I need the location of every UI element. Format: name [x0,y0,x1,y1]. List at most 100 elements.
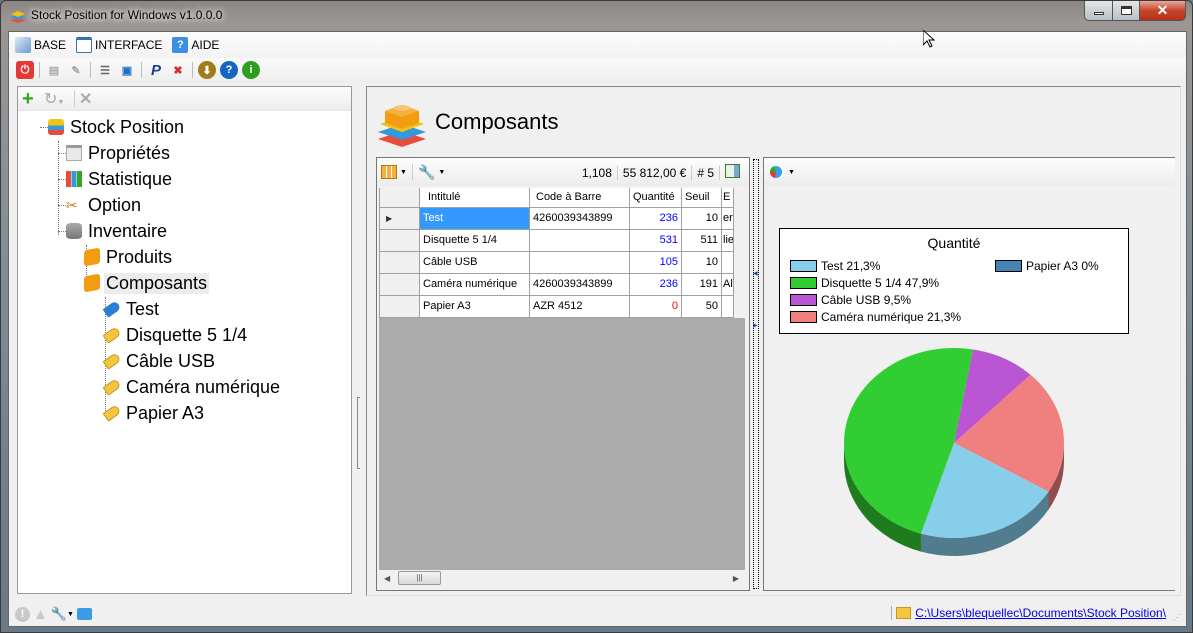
tree-node-statistique[interactable]: Statistique [66,167,174,191]
edit-db-button[interactable]: ✎ [67,61,85,79]
total-value: 55 812,00 € [618,165,693,180]
paypal-button[interactable]: P [147,61,165,79]
tree-node-label: Statistique [88,168,173,189]
cell-name[interactable]: Papier A3 [419,294,530,318]
total-quantity: 1,108 [577,165,618,180]
path-link[interactable]: C:\Users\blequellec\Documents\Stock Posi… [915,606,1166,620]
cell-name[interactable]: Test [419,206,530,230]
download-icon: ⬇ [202,64,212,77]
paypal-icon: P [150,61,161,79]
tree-node-disquette-5-1-4[interactable]: Disquette 5 1/4 [102,323,249,347]
scroll-left-icon[interactable]: ◀ [384,574,390,583]
delete-node-button[interactable]: ✕ [79,89,92,109]
table-row[interactable]: Câble USB 105 10 [379,250,734,274]
cell-threshold[interactable]: 50 [681,294,722,318]
save-button[interactable]: ▣ [118,61,136,79]
cell-threshold[interactable]: 10 [681,250,722,274]
column-header-name[interactable]: Intitulé [419,188,530,208]
column-header-quantity[interactable]: Quantité [629,188,682,208]
table-row[interactable]: Disquette 5 1/4 531 511 lie [379,228,734,252]
menu-base[interactable]: BASE [15,37,66,53]
add-db-button[interactable]: ▤ [45,61,63,79]
table-row[interactable]: Papier A3 AZR 4512 0 50 [379,294,734,318]
row-header[interactable]: ▶ [379,206,420,230]
properties-icon [66,145,82,161]
app-logo-icon [10,11,26,23]
cell-quantity[interactable]: 531 [629,228,682,252]
row-header[interactable] [379,294,420,318]
tree-node-stock-position[interactable]: Stock Position [48,115,186,139]
table-row[interactable]: ▶ Test 4260039343899 236 10 er [379,206,734,230]
layout-toggle-button[interactable] [720,164,745,181]
cell-quantity[interactable]: 105 [629,250,682,274]
refresh-button[interactable]: ↻▼ [44,89,70,109]
tree-node-option[interactable]: ✂ Option [66,193,143,217]
menu-interface[interactable]: INTERFACE [76,37,162,53]
cell-extra[interactable] [721,294,734,318]
scroll-right-icon[interactable]: ▶ [733,574,739,583]
grid-chart-splitter[interactable]: ◀ ▶ [753,159,759,589]
save-icon: ▣ [121,64,133,77]
collapse-left-icon[interactable]: ◀ [753,270,758,277]
column-header-barcode[interactable]: Code à Barre [529,188,630,208]
tree-node-inventaire[interactable]: Inventaire [66,219,169,243]
database-button[interactable]: ☰ [96,61,114,79]
help-button[interactable]: ? [220,61,238,79]
tree-node-produits[interactable]: Produits [84,245,174,269]
row-header[interactable] [379,228,420,252]
row-header[interactable] [379,272,420,296]
horizontal-scrollbar[interactable]: ◀ ||| ▶ [379,570,745,586]
column-header-threshold[interactable]: Seuil [681,188,722,208]
tree-node-camera-numerique[interactable]: Caméra numérique [102,375,282,399]
tree-node-papier-a3[interactable]: Papier A3 [102,401,206,425]
scrollbar-thumb[interactable]: ||| [398,571,441,585]
resize-grip[interactable]: ⋰ [1173,613,1183,623]
row-count: # 5 [692,165,720,180]
tree-node-label: Option [88,194,142,215]
cell-quantity[interactable]: 236 [629,206,682,230]
close-button[interactable]: ✕ [1139,1,1186,21]
info-button[interactable]: i [242,61,260,79]
cell-name[interactable]: Caméra numérique [419,272,530,296]
column-header-extra[interactable]: E [721,188,734,208]
chart-type-button[interactable]: ▼ [768,165,795,179]
tree-node-cable-usb[interactable]: Câble USB [102,349,217,373]
cell-extra[interactable]: lie [721,228,734,252]
collapse-right-icon[interactable]: ▶ [753,322,758,329]
tools-button[interactable]: 🔧 ▼ [51,606,74,622]
minimize-button[interactable] [1084,1,1113,21]
tree-node-proprietes[interactable]: Propriétés [66,141,172,165]
row-header[interactable] [379,250,420,274]
cell-name[interactable]: Câble USB [419,250,530,274]
close-comment-button[interactable]: ✖ [169,61,187,79]
message-icon[interactable] [76,608,92,620]
tree-node-composants[interactable]: Composants [84,271,210,295]
cell-threshold[interactable]: 10 [681,206,722,230]
power-button[interactable]: ⏻ [16,61,34,79]
cell-barcode[interactable]: AZR 4512 [529,294,630,318]
cell-barcode[interactable]: 4260039343899 [529,206,630,230]
cell-threshold[interactable]: 511 [681,228,722,252]
chart-export-button[interactable]: ▼ [381,165,407,179]
power-icon: ⏻ [20,63,30,76]
maximize-button[interactable] [1112,1,1140,21]
cell-quantity[interactable]: 236 [629,272,682,296]
settings-button[interactable]: 🔧 ▼ [418,164,445,181]
cell-extra[interactable]: Al [721,272,734,296]
panel-splitter[interactable] [357,397,360,469]
toolbar-separator [411,164,413,180]
cell-quantity[interactable]: 0 [629,294,682,318]
cell-name[interactable]: Disquette 5 1/4 [419,228,530,252]
delete-icon: ✕ [79,90,93,108]
cell-extra[interactable] [721,250,734,274]
add-node-button[interactable]: + [22,89,40,109]
download-button[interactable]: ⬇ [198,61,216,79]
tree-node-test[interactable]: Test [102,297,161,321]
cell-extra[interactable]: er [721,206,734,230]
cell-barcode[interactable] [529,228,630,252]
cell-barcode[interactable]: 4260039343899 [529,272,630,296]
menu-aide[interactable]: ? AIDE [172,37,219,53]
table-row[interactable]: Caméra numérique 4260039343899 236 191 Al [379,272,734,296]
cell-threshold[interactable]: 191 [681,272,722,296]
cell-barcode[interactable] [529,250,630,274]
